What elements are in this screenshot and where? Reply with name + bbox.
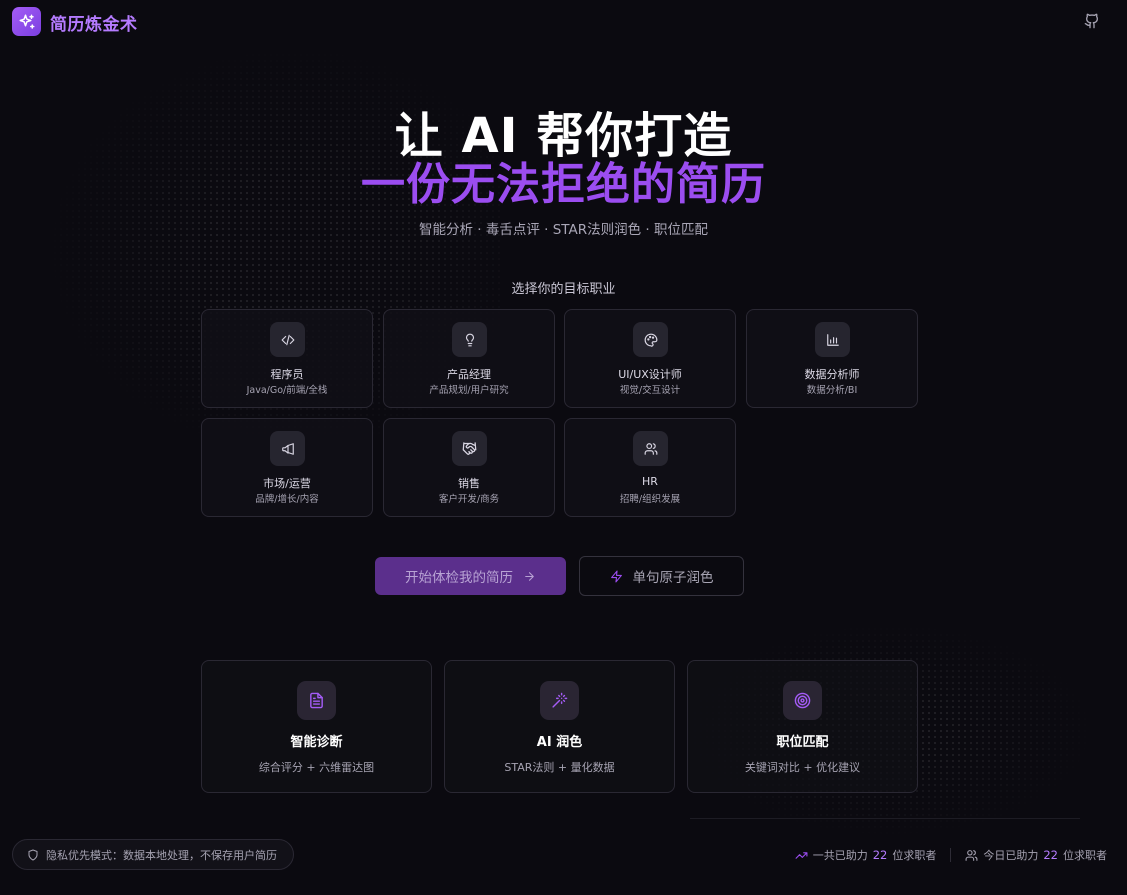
feature-title: 职位匹配 xyxy=(776,735,829,750)
feature-desc: STAR法则 + 量化数据 xyxy=(504,761,615,774)
role-section-label: 选择你的目标职业 xyxy=(511,282,616,297)
total-count: 22 xyxy=(872,848,888,862)
sentence-polish-button[interactable]: 单句原子润色 xyxy=(579,556,744,596)
feature-card-diagnosis: 智能诊断 综合评分 + 六维雷达图 xyxy=(201,660,432,793)
palette-icon xyxy=(633,322,668,357)
lightbulb-icon xyxy=(452,322,487,357)
code-icon xyxy=(270,322,305,357)
bar-chart-icon xyxy=(815,322,850,357)
arrow-right-icon xyxy=(523,570,536,583)
feature-desc: 综合评分 + 六维雷达图 xyxy=(258,761,375,774)
today-helped-stat: 今日已助力 22 位求职者 xyxy=(965,847,1107,863)
hero-subtitle: 智能分析 · 毒舌点评 · STAR法则润色 · 职位匹配 xyxy=(418,222,708,238)
role-desc: Java/Go/前端/全栈 xyxy=(246,385,328,396)
total-helped-stat: 一共已助力 22 位求职者 xyxy=(795,847,937,863)
role-card-sales[interactable]: 销售 客户开发/商务 xyxy=(383,418,555,517)
brand-name[interactable]: 简历炼金术 xyxy=(50,10,138,35)
role-desc: 招聘/组织发展 xyxy=(619,494,681,505)
role-desc: 产品规划/用户研究 xyxy=(429,385,509,396)
role-card-designer[interactable]: UI/UX设计师 视觉/交互设计 xyxy=(564,309,736,408)
role-title: HR xyxy=(642,475,658,488)
role-desc: 品牌/增长/内容 xyxy=(255,494,319,505)
today-prefix: 今日已助力 xyxy=(983,849,1039,862)
stat-divider xyxy=(950,848,952,862)
zap-icon xyxy=(610,570,623,583)
usage-stats: 一共已助力 22 位求职者 今日已助力 22 位求职者 xyxy=(795,846,1107,864)
role-card-product-manager[interactable]: 产品经理 产品规划/用户研究 xyxy=(383,309,555,408)
feature-card-job-match: 职位匹配 关键词对比 + 优化建议 xyxy=(687,660,918,793)
start-check-label: 开始体检我的简历 xyxy=(405,570,513,586)
github-icon xyxy=(1084,13,1100,29)
role-title: 产品经理 xyxy=(447,368,491,381)
feature-title: 智能诊断 xyxy=(290,735,343,750)
hero-title-highlight: 一份无法拒绝的简历 xyxy=(361,159,766,210)
role-desc: 数据分析/BI xyxy=(806,385,858,396)
today-suffix: 位求职者 xyxy=(1063,849,1107,862)
role-desc: 客户开发/商务 xyxy=(438,494,500,505)
role-card-data-analyst[interactable]: 数据分析师 数据分析/BI xyxy=(746,309,918,408)
role-card-hr[interactable]: HR 招聘/组织发展 xyxy=(564,418,736,517)
handshake-icon xyxy=(452,431,487,466)
logo[interactable] xyxy=(12,7,41,36)
sentence-polish-label: 单句原子润色 xyxy=(632,570,714,586)
role-title: 销售 xyxy=(458,477,480,490)
feature-card-polish: AI 润色 STAR法则 + 量化数据 xyxy=(444,660,675,793)
role-title: 市场/运营 xyxy=(263,477,311,490)
shield-icon xyxy=(27,849,39,861)
github-link[interactable] xyxy=(1083,12,1101,30)
total-suffix: 位求职者 xyxy=(892,849,937,862)
users-icon xyxy=(965,849,978,862)
privacy-text: 隐私优先模式：数据本地处理，不保存用户简历 xyxy=(46,848,277,862)
file-text-icon xyxy=(297,681,336,720)
megaphone-icon xyxy=(270,431,305,466)
role-grid: 程序员 Java/Go/前端/全栈 产品经理 产品规划/用户研究 UI/UX设计… xyxy=(201,309,918,518)
target-icon xyxy=(783,681,822,720)
role-desc: 视觉/交互设计 xyxy=(619,385,681,396)
divider xyxy=(690,818,1080,819)
feature-title: AI 润色 xyxy=(536,735,583,750)
role-title: 程序员 xyxy=(270,368,304,381)
role-title: 数据分析师 xyxy=(804,368,860,381)
magic-wand-icon xyxy=(540,681,579,720)
start-check-button[interactable]: 开始体检我的简历 xyxy=(375,557,566,595)
role-card-programmer[interactable]: 程序员 Java/Go/前端/全栈 xyxy=(201,309,373,408)
feature-desc: 关键词对比 + 优化建议 xyxy=(744,761,861,774)
privacy-badge: 隐私优先模式：数据本地处理，不保存用户简历 xyxy=(12,839,294,870)
role-title: UI/UX设计师 xyxy=(618,368,682,381)
trending-up-icon xyxy=(795,849,808,862)
role-card-marketing[interactable]: 市场/运营 品牌/增长/内容 xyxy=(201,418,373,517)
top-bar: 简历炼金术 xyxy=(0,0,1127,44)
sparkles-icon xyxy=(18,13,36,31)
today-count: 22 xyxy=(1043,848,1058,862)
total-prefix: 一共已助力 xyxy=(812,849,868,862)
users-icon xyxy=(633,431,668,466)
